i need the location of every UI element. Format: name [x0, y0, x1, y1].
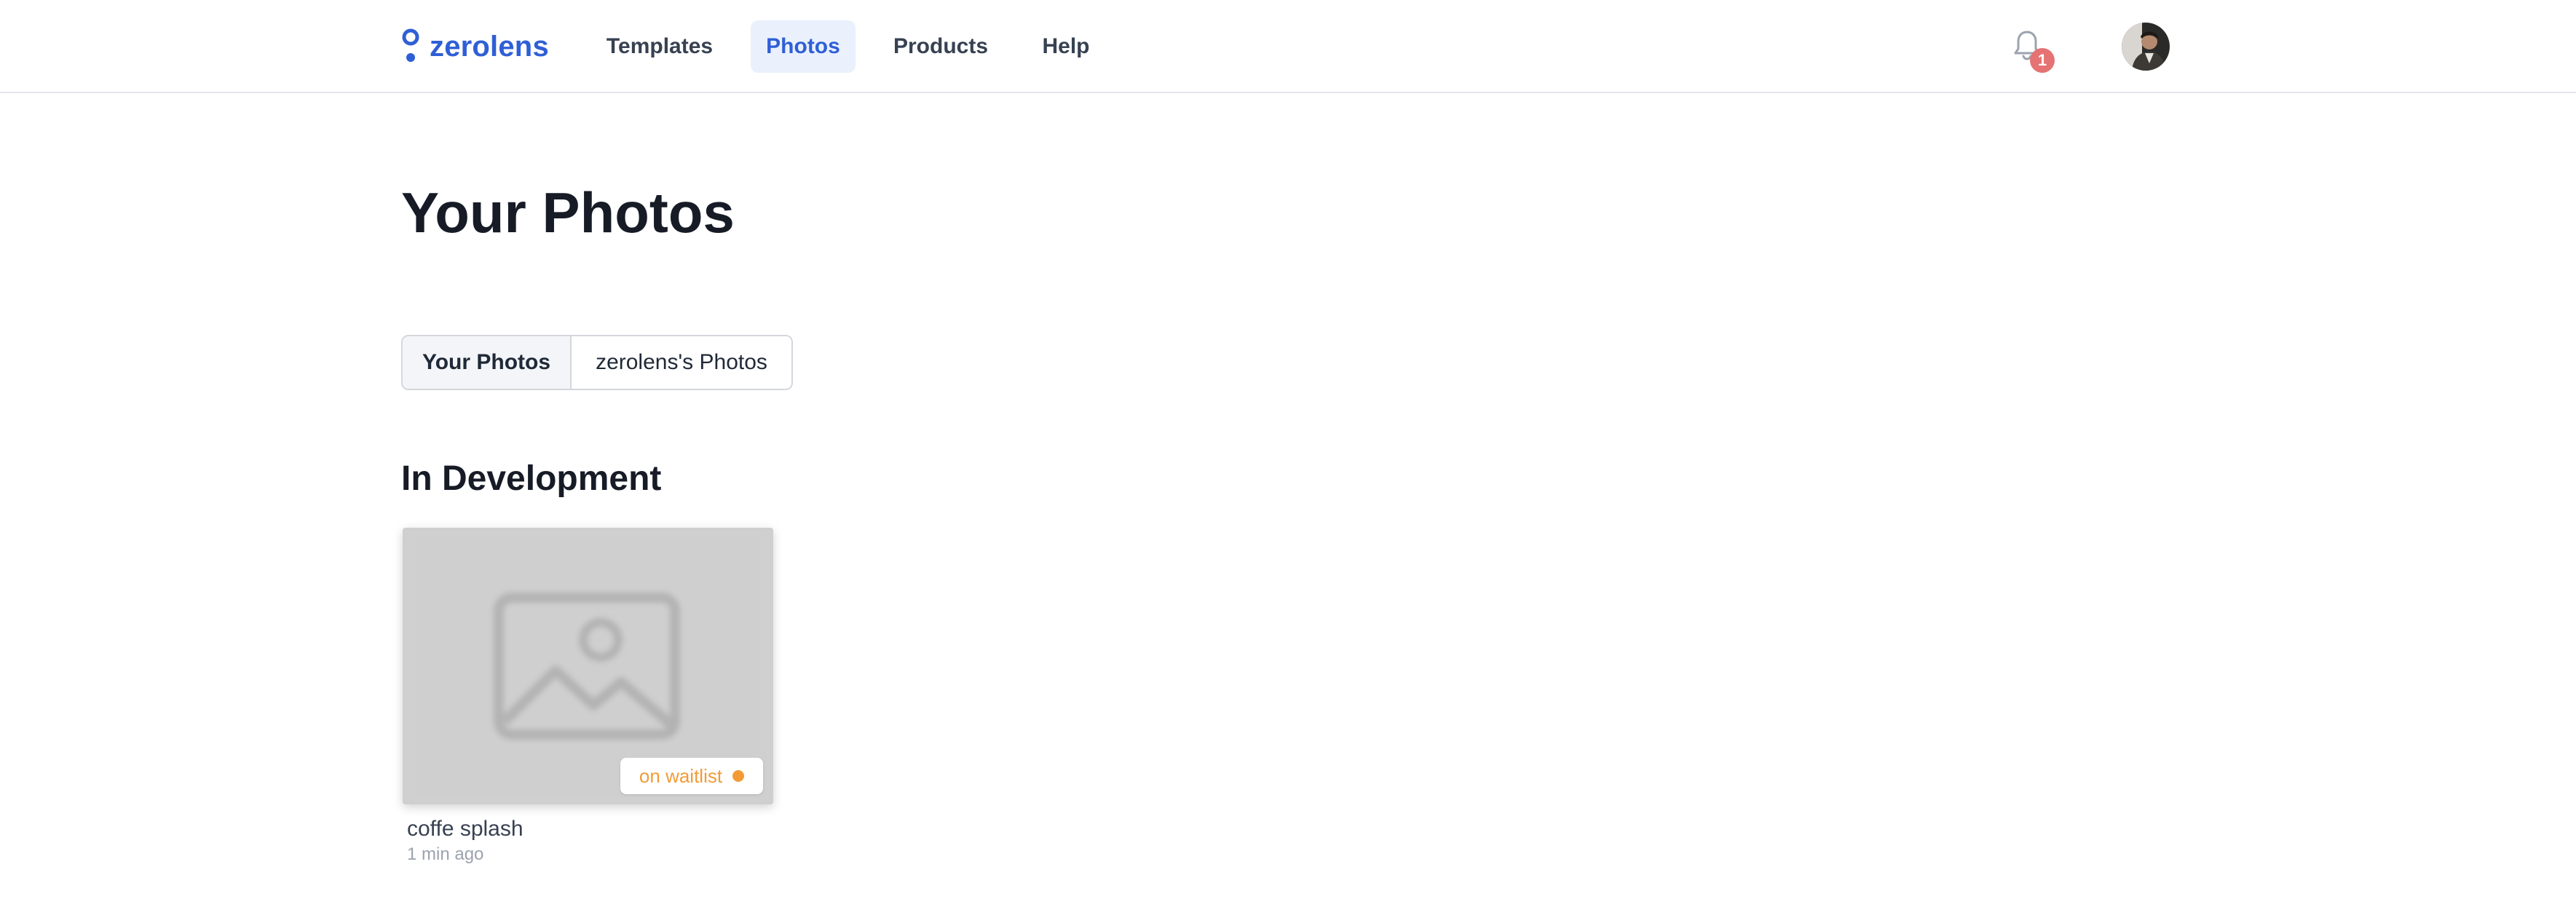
toggle-your-photos[interactable]: Your Photos: [403, 336, 572, 389]
photo-card-timestamp: 1 min ago: [407, 844, 484, 864]
top-header: zerolens Templates Photos Products Help …: [0, 0, 2576, 93]
nav-photos[interactable]: Photos: [751, 20, 856, 73]
status-dot-icon: [732, 770, 745, 782]
notification-badge: 1: [2030, 48, 2055, 73]
section-title-in-development: In Development: [401, 459, 662, 498]
photo-card[interactable]: on waitlist: [403, 528, 773, 804]
user-avatar[interactable]: [2122, 23, 2170, 71]
nav-help[interactable]: Help: [1032, 20, 1099, 73]
main-nav: Templates Photos Products Help: [0, 0, 2576, 93]
nav-products[interactable]: Products: [884, 20, 997, 73]
nav-templates[interactable]: Templates: [594, 20, 725, 73]
page-title: Your Photos: [401, 181, 735, 245]
notifications-button[interactable]: 1: [2010, 26, 2055, 73]
avatar-image: [2122, 23, 2170, 71]
photos-scope-toggle: Your Photos zerolens's Photos: [401, 335, 793, 390]
status-text: on waitlist: [639, 764, 723, 787]
status-badge: on waitlist: [620, 758, 763, 794]
photo-card-title[interactable]: coffe splash: [407, 817, 524, 841]
toggle-zerolens-photos[interactable]: zerolens's Photos: [572, 336, 791, 389]
